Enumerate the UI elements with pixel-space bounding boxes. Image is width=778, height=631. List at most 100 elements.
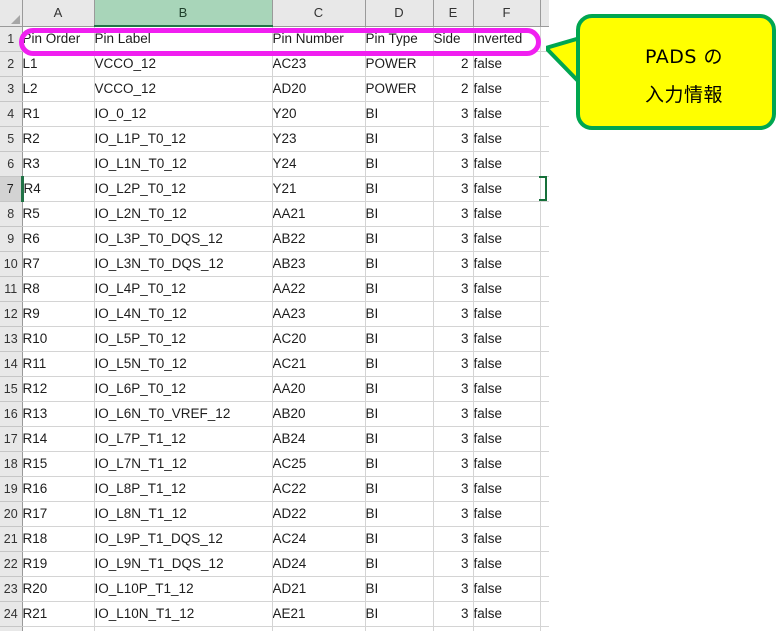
- cell-E20[interactable]: 3: [433, 501, 474, 527]
- row-header-20[interactable]: 20: [0, 501, 23, 527]
- cell-A16[interactable]: R13: [22, 401, 95, 427]
- cell-D22[interactable]: BI: [365, 551, 434, 577]
- cell-G21[interactable]: [540, 526, 549, 552]
- cell-E6[interactable]: 3: [433, 151, 474, 177]
- cell-B18[interactable]: IO_L7N_T1_12: [94, 451, 273, 477]
- cell-D11[interactable]: BI: [365, 276, 434, 302]
- cell-A20[interactable]: R17: [22, 501, 95, 527]
- cell-C5[interactable]: Y23: [272, 126, 366, 152]
- cell-A9[interactable]: R6: [22, 226, 95, 252]
- table-row[interactable]: 4 R1 IO_0_12 Y20 BI 3 false: [0, 101, 549, 127]
- cell-B20[interactable]: IO_L8N_T1_12: [94, 501, 273, 527]
- cell-B10[interactable]: IO_L3N_T0_DQS_12: [94, 251, 273, 277]
- cell-D2[interactable]: POWER: [365, 51, 434, 77]
- table-row[interactable]: 24 R21 IO_L10N_T1_12 AE21 BI 3 false: [0, 601, 549, 627]
- cell-C4[interactable]: Y20: [272, 101, 366, 127]
- cell-D18[interactable]: BI: [365, 451, 434, 477]
- cell-F25[interactable]: false: [473, 626, 541, 631]
- cell-F3[interactable]: false: [473, 76, 541, 102]
- cell-G17[interactable]: [540, 426, 549, 452]
- column-header-a[interactable]: A: [22, 0, 95, 27]
- row-header-19[interactable]: 19: [0, 476, 23, 502]
- sheet-table[interactable]: ABCDEF 1 Pin Order Pin Label Pin Number Pin …: [0, 0, 549, 631]
- row-header-14[interactable]: 14: [0, 351, 23, 377]
- cell-F7[interactable]: false: [473, 176, 541, 202]
- row-header-4[interactable]: 4: [0, 101, 23, 127]
- cell-G10[interactable]: [540, 251, 549, 277]
- cell-C6[interactable]: Y24: [272, 151, 366, 177]
- cell-G7[interactable]: [540, 176, 549, 202]
- cell-C21[interactable]: AC24: [272, 526, 366, 552]
- cell-A22[interactable]: R19: [22, 551, 95, 577]
- cell-D15[interactable]: BI: [365, 376, 434, 402]
- cell-D21[interactable]: BI: [365, 526, 434, 552]
- row-header-24[interactable]: 24: [0, 601, 23, 627]
- cell-C19[interactable]: AC22: [272, 476, 366, 502]
- cell-E12[interactable]: 3: [433, 301, 474, 327]
- cell-D25[interactable]: BI: [365, 626, 434, 631]
- cell-E22[interactable]: 3: [433, 551, 474, 577]
- cell-F10[interactable]: false: [473, 251, 541, 277]
- cell-D7[interactable]: BI: [365, 176, 434, 202]
- cell-C18[interactable]: AC25: [272, 451, 366, 477]
- cell-G5[interactable]: [540, 126, 549, 152]
- cell-D19[interactable]: BI: [365, 476, 434, 502]
- row-header-18[interactable]: 18: [0, 451, 23, 477]
- row-header-3[interactable]: 3: [0, 76, 23, 102]
- cell-F11[interactable]: false: [473, 276, 541, 302]
- cell-E19[interactable]: 3: [433, 476, 474, 502]
- cell-B15[interactable]: IO_L6P_T0_12: [94, 376, 273, 402]
- cell-E11[interactable]: 3: [433, 276, 474, 302]
- cell-A19[interactable]: R16: [22, 476, 95, 502]
- cell-G3[interactable]: [540, 76, 549, 102]
- cell-C15[interactable]: AA20: [272, 376, 366, 402]
- row-header-2[interactable]: 2: [0, 51, 23, 77]
- table-row[interactable]: 7 R4 IO_L2P_T0_12 Y21 BI 3 false: [0, 176, 549, 202]
- table-row[interactable]: 19 R16 IO_L8P_T1_12 AC22 BI 3 false: [0, 476, 549, 502]
- cell-F2[interactable]: false: [473, 51, 541, 77]
- cell-D12[interactable]: BI: [365, 301, 434, 327]
- column-header-c[interactable]: C: [272, 0, 366, 27]
- cell-B13[interactable]: IO_L5P_T0_12: [94, 326, 273, 352]
- cell-D17[interactable]: BI: [365, 426, 434, 452]
- row-header-13[interactable]: 13: [0, 326, 23, 352]
- cell-A5[interactable]: R2: [22, 126, 95, 152]
- cell-A11[interactable]: R8: [22, 276, 95, 302]
- cell-C24[interactable]: AE21: [272, 601, 366, 627]
- cell-A6[interactable]: R3: [22, 151, 95, 177]
- row-header-25[interactable]: 25: [0, 626, 23, 631]
- row-header-11[interactable]: 11: [0, 276, 23, 302]
- cell-D10[interactable]: BI: [365, 251, 434, 277]
- cell-B6[interactable]: IO_L1N_T0_12: [94, 151, 273, 177]
- cell-F4[interactable]: false: [473, 101, 541, 127]
- cell-E10[interactable]: 3: [433, 251, 474, 277]
- cell-B1[interactable]: Pin Label: [94, 26, 273, 52]
- column-header-f[interactable]: F: [473, 0, 541, 27]
- cell-F8[interactable]: false: [473, 201, 541, 227]
- cell-A24[interactable]: R21: [22, 601, 95, 627]
- cell-C14[interactable]: AC21: [272, 351, 366, 377]
- cell-G9[interactable]: [540, 226, 549, 252]
- cell-E24[interactable]: 3: [433, 601, 474, 627]
- table-row[interactable]: 16 R13 IO_L6N_T0_VREF_12 AB20 BI 3 false: [0, 401, 549, 427]
- cell-A23[interactable]: R20: [22, 576, 95, 602]
- table-row[interactable]: 25R22IO_L11P_T1_SRCC_12AE23BI3false: [0, 626, 549, 631]
- cell-C3[interactable]: AD20: [272, 76, 366, 102]
- cell-F21[interactable]: false: [473, 526, 541, 552]
- row-header-5[interactable]: 5: [0, 126, 23, 152]
- cell-F9[interactable]: false: [473, 226, 541, 252]
- cell-F16[interactable]: false: [473, 401, 541, 427]
- row-header-15[interactable]: 15: [0, 376, 23, 402]
- table-row[interactable]: 9 R6 IO_L3P_T0_DQS_12 AB22 BI 3 false: [0, 226, 549, 252]
- cell-G18[interactable]: [540, 451, 549, 477]
- cell-D13[interactable]: BI: [365, 326, 434, 352]
- cell-F12[interactable]: false: [473, 301, 541, 327]
- cell-C2[interactable]: AC23: [272, 51, 366, 77]
- cell-E21[interactable]: 3: [433, 526, 474, 552]
- row-header-6[interactable]: 6: [0, 151, 23, 177]
- table-row[interactable]: 11 R8 IO_L4P_T0_12 AA22 BI 3 false: [0, 276, 549, 302]
- row-header-10[interactable]: 10: [0, 251, 23, 277]
- row-header-16[interactable]: 16: [0, 401, 23, 427]
- cell-D20[interactable]: BI: [365, 501, 434, 527]
- cell-D9[interactable]: BI: [365, 226, 434, 252]
